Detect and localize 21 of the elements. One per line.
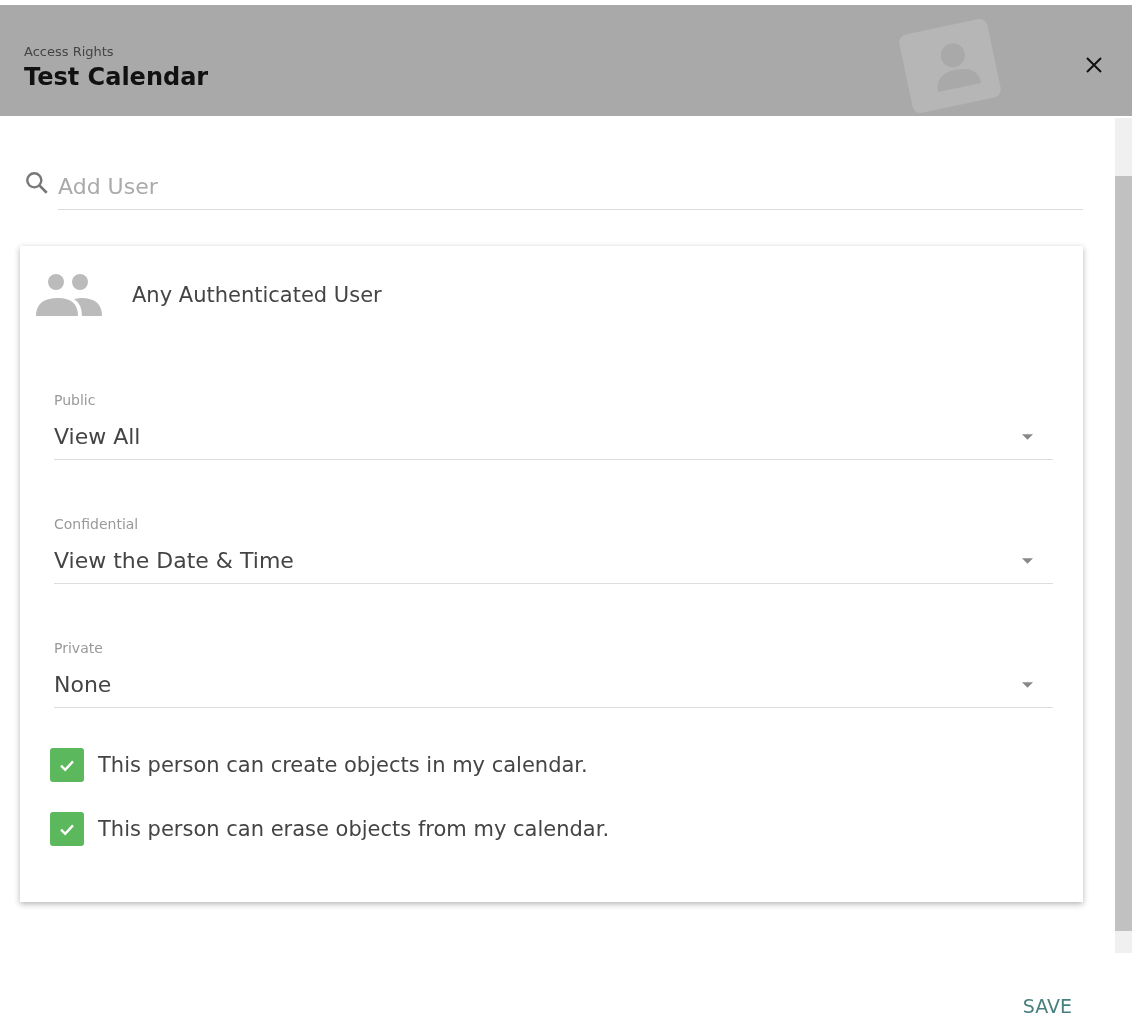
caret-icon [1022, 681, 1033, 688]
caret-icon [1022, 433, 1033, 440]
save-button[interactable]: SAVE [1016, 991, 1078, 1021]
permission-select[interactable]: View the Date & Time [54, 548, 1053, 584]
dialog-subtitle: Access Rights [24, 44, 115, 59]
close-icon [1084, 54, 1104, 75]
user-name: Any Authenticated User [132, 283, 382, 307]
checkbox[interactable] [50, 812, 84, 846]
permission-select[interactable]: View All [54, 424, 1053, 460]
checkbox-label: This person can create objects in my calendar. [98, 753, 588, 777]
caret-icon [1022, 557, 1033, 564]
search-icon [24, 170, 50, 196]
permission-select[interactable]: None [54, 672, 1053, 708]
group-icon [34, 272, 104, 318]
select-label: Public [54, 392, 97, 408]
select-label: Private [54, 640, 104, 656]
scrollbar[interactable] [1115, 118, 1132, 953]
select-label: Confidential [54, 516, 140, 532]
checkbox[interactable] [50, 748, 84, 782]
dialog-title: Test Calendar [24, 63, 210, 91]
checkbox-label: This person can erase objects from my calendar. [98, 817, 610, 841]
